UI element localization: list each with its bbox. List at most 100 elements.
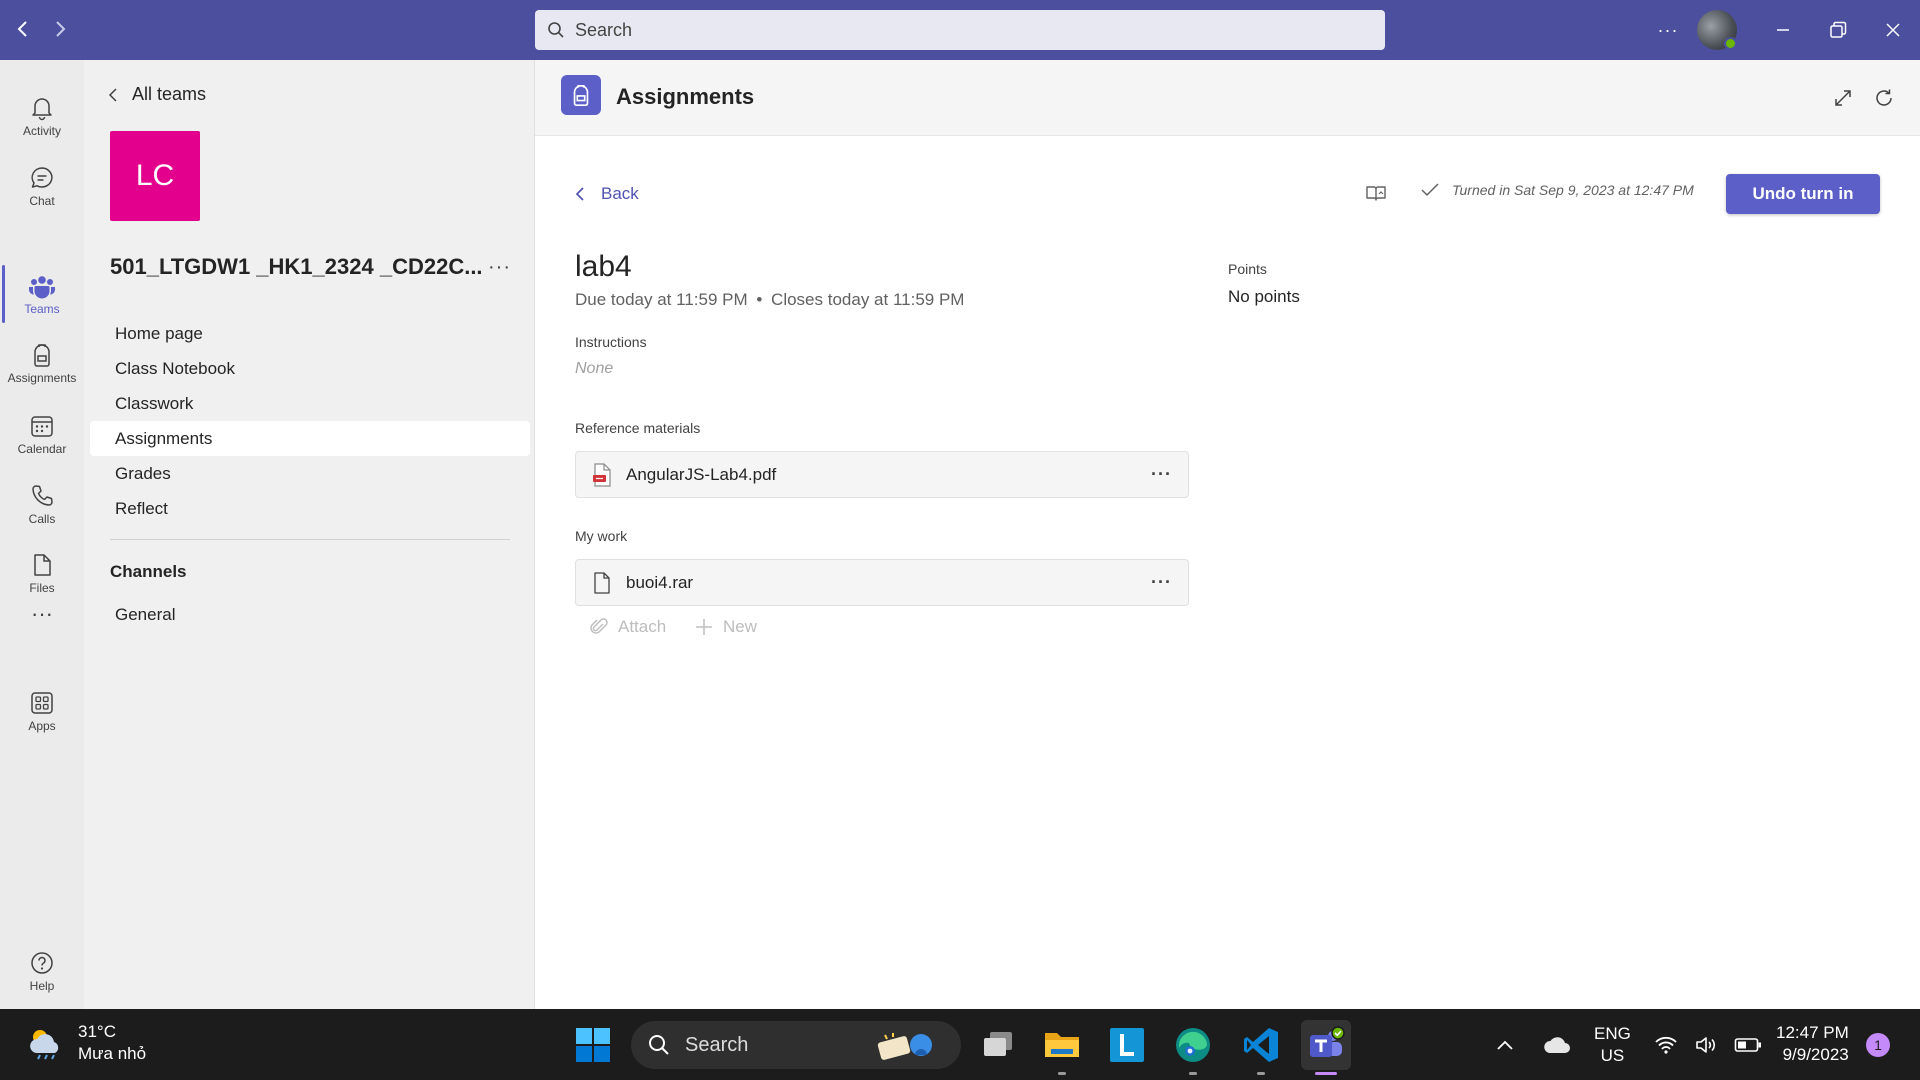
onedrive-button[interactable]: [1534, 1020, 1580, 1070]
app-title: Assignments: [616, 84, 755, 109]
team-panel: All teams LC 501_LTGDW1 _HK1_2324 _CD22C…: [84, 60, 534, 1009]
reference-file-card[interactable]: AngularJS-Lab4.pdf ···: [575, 451, 1189, 498]
teams-taskbar-button[interactable]: [1301, 1020, 1351, 1075]
closes-text: Closes today at 11:59 PM: [771, 290, 965, 309]
undo-turn-in-button[interactable]: Undo turn in: [1726, 174, 1880, 214]
chevron-up-icon: [1497, 1040, 1513, 1050]
assignments-app-icon: [561, 75, 601, 115]
more-options-icon[interactable]: ···: [1650, 12, 1686, 48]
back-label: Back: [601, 184, 639, 203]
start-button[interactable]: [568, 1020, 618, 1070]
new-button[interactable]: New: [695, 617, 757, 637]
channel-general[interactable]: General: [115, 605, 175, 625]
separator-dot: •: [756, 290, 763, 309]
language-line-1: ENG: [1594, 1024, 1631, 1043]
language-indicator[interactable]: ENG US: [1594, 1023, 1631, 1067]
quick-settings-button[interactable]: [1648, 1020, 1768, 1070]
document-icon: [592, 571, 612, 595]
wifi-icon: [1655, 1036, 1677, 1054]
show-hidden-icons-button[interactable]: [1485, 1020, 1525, 1070]
turned-in-status: Turned in Sat Sep 9, 2023 at 12:47 PM: [1420, 182, 1694, 198]
language-line-2: US: [1600, 1046, 1625, 1065]
forward-arrow-icon[interactable]: [45, 14, 75, 44]
back-button[interactable]: Back: [575, 184, 639, 204]
l-app-button[interactable]: [1102, 1020, 1152, 1070]
file-more-options-icon[interactable]: ···: [1151, 464, 1172, 485]
taskbar-search[interactable]: Search: [631, 1021, 961, 1069]
rail-item-activity[interactable]: Activity: [0, 85, 84, 147]
presence-available-icon: [1724, 37, 1737, 50]
close-icon[interactable]: [1875, 12, 1911, 48]
file-more-options-icon[interactable]: ···: [1151, 572, 1172, 593]
weather-widget[interactable]: 31°C Mưa nhỏ: [26, 1021, 146, 1065]
task-view-icon: [984, 1032, 1012, 1056]
file-explorer-button[interactable]: [1037, 1020, 1087, 1075]
running-indicator: [1257, 1072, 1265, 1075]
divider: [110, 539, 510, 540]
due-date: Due today at 11:59 PM • Closes today at …: [575, 290, 964, 310]
my-work-file-card[interactable]: buoi4.rar ···: [575, 559, 1189, 606]
file-name: buoi4.rar: [626, 572, 694, 592]
rail-label: Apps: [28, 718, 56, 733]
paperclip-icon: [590, 618, 608, 634]
rail-label: Help: [29, 978, 55, 993]
restore-icon[interactable]: [1820, 12, 1856, 48]
search-highlight-icon: [877, 1033, 932, 1060]
all-teams-link[interactable]: All teams: [108, 84, 206, 105]
immersive-reader-icon[interactable]: [1365, 182, 1387, 209]
points-label: Points: [1228, 261, 1267, 277]
vscode-button[interactable]: [1236, 1020, 1286, 1075]
all-teams-label: All teams: [132, 84, 207, 104]
refresh-icon[interactable]: [1868, 82, 1900, 114]
taskbar-search-label: Search: [685, 1033, 749, 1056]
rail-item-help[interactable]: Help: [0, 940, 84, 1002]
attach-button[interactable]: Attach: [590, 617, 666, 637]
calendar-icon: [31, 415, 53, 437]
points-value: No points: [1228, 287, 1300, 306]
rail-label: Chat: [29, 193, 55, 208]
rail-item-assignments[interactable]: Assignments: [0, 332, 84, 394]
minimize-icon[interactable]: [1765, 12, 1801, 48]
pdf-icon: [592, 462, 612, 487]
rail-item-calendar[interactable]: Calendar: [0, 403, 84, 465]
rail-item-calls[interactable]: Calls: [0, 473, 84, 535]
search-icon: [548, 22, 564, 38]
reference-materials-label: Reference materials: [575, 420, 701, 436]
team-nav-class-notebook[interactable]: Class Notebook: [90, 351, 530, 386]
turned-in-text: Turned in Sat Sep 9, 2023 at 12:47 PM: [1452, 182, 1694, 198]
team-more-options-icon[interactable]: ···: [488, 256, 511, 279]
notification-badge[interactable]: 1: [1866, 1033, 1890, 1057]
edge-button[interactable]: [1168, 1020, 1218, 1075]
more-apps-icon[interactable]: ···: [0, 584, 84, 644]
battery-icon: [1734, 1038, 1761, 1052]
team-nav-home-page[interactable]: Home page: [90, 316, 530, 351]
search-icon: [649, 1035, 669, 1055]
team-nav-classwork[interactable]: Classwork: [90, 386, 530, 421]
backpack-icon: [34, 343, 50, 367]
team-nav-grades[interactable]: Grades: [90, 456, 530, 491]
chat-icon: [31, 166, 53, 188]
back-arrow-icon[interactable]: [8, 14, 38, 44]
channels-heading: Channels: [110, 562, 187, 581]
rail-item-chat[interactable]: Chat: [0, 155, 84, 217]
assignment-title: lab4: [575, 250, 632, 283]
volume-icon: [1696, 1037, 1715, 1053]
search-input[interactable]: Search: [535, 10, 1385, 50]
team-nav-assignments[interactable]: Assignments: [90, 421, 530, 456]
task-view-button[interactable]: [973, 1020, 1023, 1070]
help-icon: [31, 951, 53, 974]
rail-item-teams[interactable]: Teams: [0, 263, 84, 325]
clock[interactable]: 12:47 PM 9/9/2023: [1776, 1022, 1849, 1066]
taskbar: 31°C Mưa nhỏ Search ENG US 12:47 PM 9/9/…: [0, 1009, 1920, 1080]
chevron-left-icon: [108, 87, 117, 102]
running-indicator: [1058, 1072, 1066, 1075]
team-nav-reflect[interactable]: Reflect: [90, 491, 530, 526]
file-name: AngularJS-Lab4.pdf: [626, 464, 777, 484]
rail-item-apps[interactable]: Apps: [0, 680, 84, 742]
rail-label: Teams: [24, 301, 60, 316]
file-icon: [34, 553, 51, 576]
instructions-value: None: [575, 360, 614, 377]
search-placeholder: Search: [575, 19, 633, 40]
expand-icon[interactable]: [1827, 82, 1859, 114]
cloud-icon: [1544, 1037, 1570, 1053]
